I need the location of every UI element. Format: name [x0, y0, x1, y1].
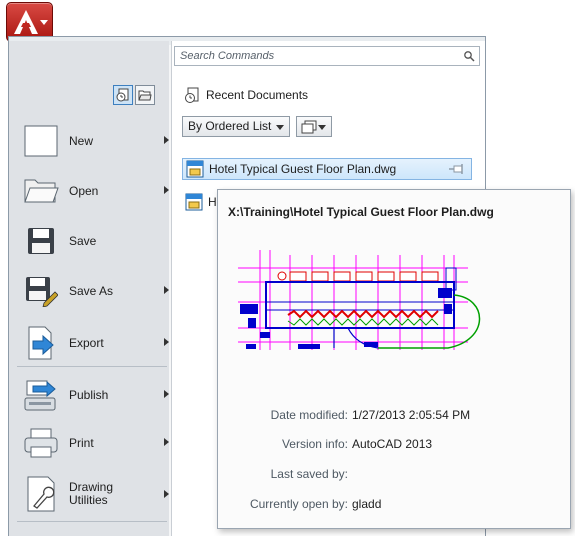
display-mode-dropdown[interactable]: [296, 116, 332, 137]
tooltip-row-version-info: Version info: AutoCAD 2013: [218, 437, 568, 453]
recent-file-name: H: [208, 195, 217, 209]
new-file-icon: [24, 125, 58, 157]
submenu-arrow-icon: [164, 338, 169, 346]
tooltip-row-date-modified: Date modified: 1/27/2013 2:05:54 PM: [218, 408, 568, 424]
tooltip-file-path: X:\Training\Hotel Typical Guest Floor Pl…: [228, 205, 494, 219]
file-preview-tooltip: X:\Training\Hotel Typical Guest Floor Pl…: [217, 189, 571, 529]
open-documents-icon: [138, 90, 152, 101]
menu-item-label: Publish: [69, 387, 109, 402]
menu-item-save[interactable]: Save: [21, 221, 171, 261]
detail-label: Currently open by:: [249, 497, 348, 511]
menu-item-open[interactable]: Open: [21, 171, 171, 211]
search-icon[interactable]: [463, 50, 475, 62]
dwg-file-icon: [186, 160, 204, 178]
recent-file-item[interactable]: Hotel Typical Guest Floor Plan.dwg: [182, 158, 472, 180]
detail-value: AutoCAD 2013: [352, 437, 433, 451]
chevron-down-icon: [276, 125, 285, 130]
submenu-arrow-icon: [164, 390, 169, 398]
menu-item-label: Save As: [69, 283, 114, 298]
menu-item-save-as[interactable]: Save As: [21, 271, 171, 311]
dwg-file-icon: [185, 193, 203, 211]
menu-item-drawing-utilities[interactable]: Drawing Utilities: [21, 471, 171, 517]
printer-icon: [24, 428, 58, 458]
wrench-icon: [27, 476, 55, 512]
sort-order-value: By Ordered List: [188, 119, 272, 133]
tooltip-row-last-saved-by: Last saved by:: [218, 467, 568, 483]
menu-left-panel: New Open Save Save As Export Publish Pri…: [9, 41, 169, 536]
menu-item-print[interactable]: Print: [21, 423, 171, 463]
detail-label: Last saved by:: [270, 467, 348, 481]
submenu-arrow-icon: [164, 438, 169, 446]
submenu-arrow-icon: [164, 286, 169, 294]
export-icon: [28, 326, 54, 360]
open-documents-view-button[interactable]: [135, 85, 155, 105]
tooltip-row-currently-open-by: Currently open by: gladd: [218, 497, 568, 513]
recent-documents-header: Recent Documents: [184, 87, 308, 103]
recent-file-item[interactable]: H: [182, 191, 222, 213]
menu-item-publish[interactable]: Publish: [21, 375, 171, 415]
detail-label: Date modified:: [270, 408, 348, 422]
menu-item-label: Save: [69, 233, 97, 248]
search-commands-input[interactable]: Search Commands: [174, 46, 480, 66]
recent-documents-view-button[interactable]: [113, 85, 133, 105]
save-disk-icon: [28, 228, 54, 254]
recent-documents-icon: [185, 87, 199, 103]
open-folder-icon: [24, 179, 59, 203]
submenu-arrow-icon: [164, 490, 169, 498]
publish-icon: [24, 380, 56, 411]
chevron-down-icon: [318, 125, 326, 130]
recent-file-name: Hotel Typical Guest Floor Plan.dwg: [209, 162, 397, 176]
pin-icon[interactable]: [449, 164, 465, 174]
chevron-down-icon: [40, 20, 48, 25]
autocad-logo-icon: [14, 10, 38, 34]
menu-item-label: Drawing Utilities: [69, 480, 114, 507]
menu-separator: [17, 521, 167, 522]
menu-item-label: Open: [69, 183, 99, 198]
save-as-icon: [26, 277, 58, 307]
recent-documents-icon: [116, 88, 129, 102]
detail-value: 1/27/2013 2:05:54 PM: [352, 408, 471, 422]
view-toggle: [113, 85, 155, 105]
icons-view-icon: [301, 120, 317, 134]
detail-value: gladd: [352, 497, 382, 511]
menu-item-label: Export: [69, 335, 104, 350]
submenu-arrow-icon: [164, 136, 169, 144]
submenu-arrow-icon: [164, 186, 169, 194]
search-placeholder: Search Commands: [180, 50, 275, 62]
detail-label: Version info:: [281, 437, 348, 451]
drawing-thumbnail: [238, 250, 481, 350]
menu-separator: [17, 366, 167, 367]
menu-item-new[interactable]: New: [21, 121, 171, 161]
menu-item-label: Print: [69, 435, 94, 450]
menu-item-label: New: [69, 133, 94, 148]
menu-item-export[interactable]: Export: [21, 323, 171, 363]
recent-documents-title: Recent Documents: [206, 88, 309, 102]
sort-order-dropdown[interactable]: By Ordered List: [182, 116, 291, 137]
